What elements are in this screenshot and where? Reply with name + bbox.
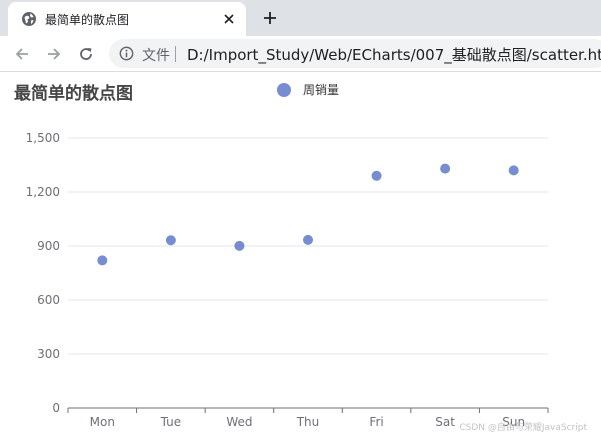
watermark: CSDN @自由与荣耀JavaScript [459,423,587,433]
y-tick-label: 1,200 [26,185,60,199]
scatter-chart: 03006009001,2001,500Mon Tue Wed Thu Fri Sat Su… [26,131,549,429]
x-tick-label: Fri [369,415,383,429]
scatter-point [165,235,176,246]
scatter-point [371,170,382,181]
y-tick-label: 300 [37,347,60,361]
scatter-point [234,240,245,251]
y-tick-label: 1,500 [26,131,60,145]
x-tick-label: Tue [160,415,182,429]
scatter-point [303,234,313,245]
y-tick-label: 900 [37,239,60,253]
x-tick-label: Sat [435,415,455,429]
scatter-point [508,165,519,176]
y-tick-label: 600 [37,293,60,307]
x-tick-label: Mon [90,415,115,429]
x-tick-label: Thu [296,415,320,429]
x-tick-label: Wed [226,415,252,429]
scatter-point [440,163,451,174]
scatter-point [97,255,108,266]
y-tick-label: 0 [52,401,60,415]
